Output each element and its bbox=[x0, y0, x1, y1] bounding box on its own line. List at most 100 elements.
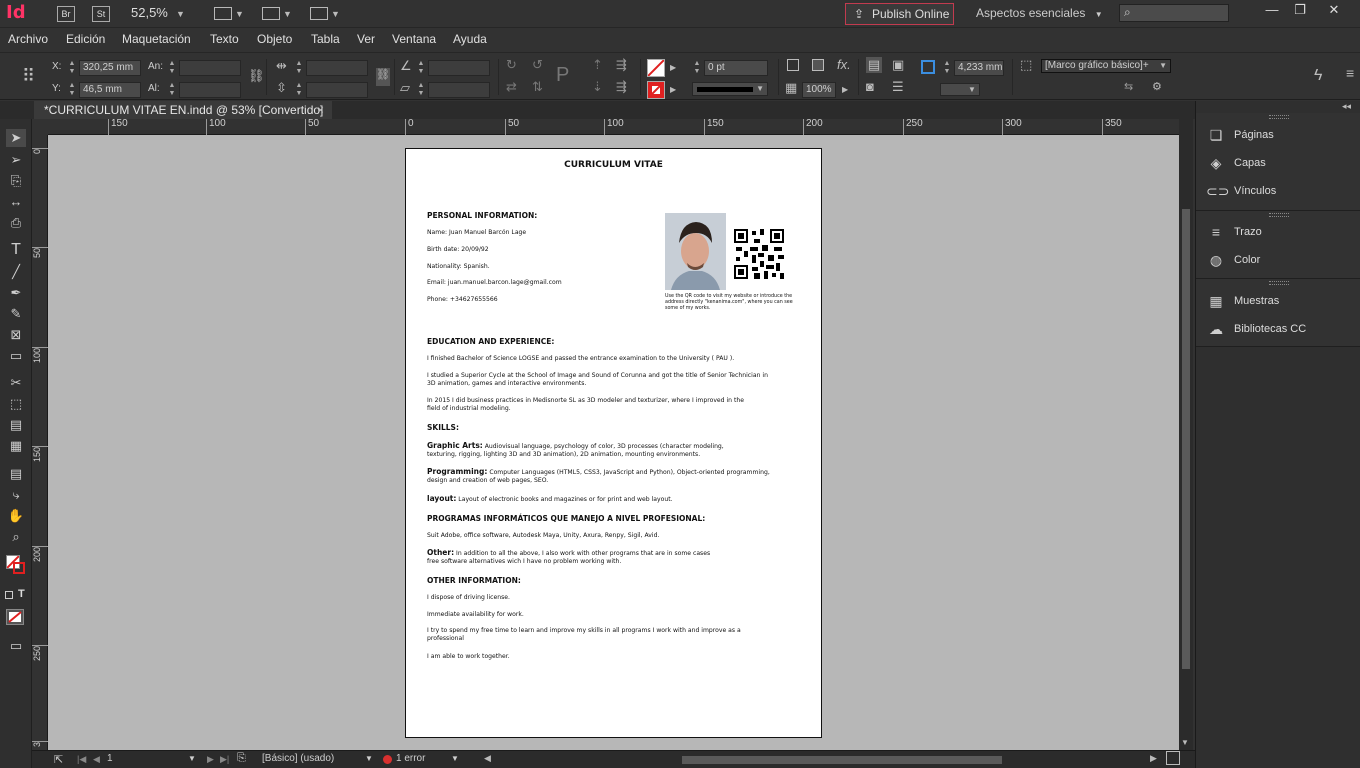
formatting-text-icon[interactable]: T bbox=[18, 588, 25, 600]
scale-y-spin-icon[interactable]: ▲ ▼ bbox=[294, 82, 304, 98]
close-tab-icon[interactable]: × bbox=[317, 101, 324, 119]
formatting-container-icon[interactable] bbox=[5, 591, 13, 599]
menu-edicion[interactable]: Edición bbox=[66, 32, 105, 46]
menu-ayuda[interactable]: Ayuda bbox=[453, 32, 487, 46]
height-field[interactable] bbox=[179, 82, 241, 98]
object-style-dropdown[interactable]: [Marco gráfico básico]+ ▼ bbox=[1041, 59, 1171, 73]
text-wrap-none-icon[interactable]: ▤ bbox=[866, 57, 882, 73]
collapse-panels-icon[interactable]: ◂◂ bbox=[1342, 101, 1351, 112]
clear-overrides-icon[interactable]: ⇆ bbox=[1124, 80, 1133, 93]
preflight-status[interactable]: 1 error bbox=[396, 753, 425, 764]
scroll-down-icon[interactable]: ▼ bbox=[1181, 738, 1189, 747]
bridge-button[interactable]: Br bbox=[57, 6, 75, 22]
panel-grip[interactable] bbox=[1269, 115, 1289, 119]
note-tool-icon[interactable]: ▤ bbox=[6, 465, 26, 483]
gradient-feather-tool-icon[interactable]: ▦ bbox=[6, 437, 26, 455]
scale-y-field[interactable] bbox=[306, 82, 368, 98]
menu-texto[interactable]: Texto bbox=[210, 32, 239, 46]
panel-color[interactable]: ◍ Color bbox=[1206, 250, 1356, 270]
gap-tool-icon[interactable]: ↔ bbox=[6, 193, 26, 211]
menu-ver[interactable]: Ver bbox=[357, 32, 375, 46]
text-wrap-bbox-icon[interactable]: ▣ bbox=[892, 57, 904, 73]
free-transform-tool-icon[interactable]: ⬚ bbox=[6, 395, 26, 413]
select-content-icon[interactable]: ⇣ bbox=[592, 79, 603, 95]
panel-stroke[interactable]: ≡ Trazo bbox=[1206, 222, 1356, 242]
screen-mode-chevron-down-icon[interactable]: ▼ bbox=[283, 9, 292, 19]
quick-apply-icon[interactable]: ϟ bbox=[1314, 67, 1322, 85]
document-page[interactable]: CURRICULUM VITAE PERSONAL INFORMATION: N… bbox=[405, 148, 822, 738]
fill-menu-icon[interactable]: ▶ bbox=[670, 63, 676, 72]
shear-spin-icon[interactable]: ▲ ▼ bbox=[416, 82, 426, 98]
page-chevron-down-icon[interactable]: ▼ bbox=[188, 754, 196, 763]
direct-selection-tool-icon[interactable]: ➢ bbox=[6, 151, 26, 169]
first-page-icon[interactable]: |◀ bbox=[77, 754, 86, 765]
shear-field[interactable] bbox=[428, 82, 490, 98]
split-window-icon[interactable] bbox=[1166, 751, 1180, 765]
flip-vertical-icon[interactable]: ⇅ bbox=[532, 79, 543, 95]
offset-field[interactable]: 4,233 mm bbox=[954, 60, 1004, 76]
profile-photo[interactable] bbox=[665, 213, 726, 290]
previous-page-icon[interactable]: ◀ bbox=[93, 754, 100, 765]
select-next-icon[interactable]: ⇶ bbox=[616, 79, 627, 95]
view-options-icon[interactable] bbox=[214, 7, 232, 20]
document-tab[interactable]: *CURRICULUM VITAE EN.indd @ 53% [Convert… bbox=[34, 101, 332, 119]
search-input[interactable]: ⌕ bbox=[1119, 4, 1229, 22]
rotate-cw-icon[interactable]: ↻ bbox=[506, 57, 517, 73]
vertical-scrollbar[interactable]: ▼ bbox=[1179, 119, 1193, 750]
page-number-field[interactable]: 1 bbox=[107, 753, 113, 764]
opacity-field[interactable]: 100% bbox=[802, 82, 836, 98]
gradient-tool-icon[interactable]: ▤ bbox=[6, 416, 26, 434]
y-position-field[interactable]: 46,5 mm bbox=[79, 82, 141, 98]
scissors-tool-icon[interactable]: ✂ bbox=[6, 374, 26, 392]
select-previous-icon[interactable]: ⇶ bbox=[616, 57, 627, 73]
stroke-type-dropdown[interactable]: ▼ bbox=[692, 82, 768, 96]
zoom-chevron-down-icon[interactable]: ▼ bbox=[176, 9, 185, 19]
panel-grip[interactable] bbox=[1269, 213, 1289, 217]
stock-button[interactable]: St bbox=[92, 6, 110, 22]
panel-menu-icon[interactable]: ≡ bbox=[1346, 65, 1354, 81]
scroll-right-icon[interactable]: ▶ bbox=[1150, 753, 1157, 764]
panel-links[interactable]: ⊂⊃ Vínculos bbox=[1206, 181, 1356, 201]
hand-tool-icon[interactable]: ✋ bbox=[6, 507, 26, 525]
pencil-tool-icon[interactable]: ✎ bbox=[6, 305, 26, 323]
close-window-icon[interactable]: ✕ bbox=[1318, 2, 1350, 20]
last-page-icon[interactable]: ▶| bbox=[220, 754, 229, 765]
master-page-label[interactable]: [Básico] (usado) bbox=[262, 753, 334, 764]
panel-cc-libraries[interactable]: ☁ Bibliotecas CC bbox=[1206, 319, 1356, 339]
frame-fitting-icon[interactable] bbox=[921, 60, 935, 74]
zoom-level[interactable]: 52,5% bbox=[131, 5, 168, 20]
menu-ventana[interactable]: Ventana bbox=[392, 32, 436, 46]
content-collector-icon[interactable]: ⎙ bbox=[6, 214, 26, 232]
reference-point-icon[interactable]: ⠿ bbox=[22, 66, 35, 87]
corner-options-icon[interactable] bbox=[787, 59, 799, 71]
scale-x-spin-icon[interactable]: ▲ ▼ bbox=[294, 60, 304, 76]
panel-swatches[interactable]: ▦ Muestras bbox=[1206, 291, 1356, 311]
stroke-weight-field[interactable]: 0 pt bbox=[704, 60, 768, 76]
horizontal-scroll-thumb[interactable] bbox=[682, 756, 1002, 764]
workspace-switcher[interactable]: Aspectos esenciales ▼ bbox=[976, 6, 1103, 20]
select-container-icon[interactable]: ⇡ bbox=[592, 57, 603, 73]
x-spin-icon[interactable]: ▲ ▼ bbox=[67, 60, 77, 76]
width-field[interactable] bbox=[179, 60, 241, 76]
horizontal-scrollbar[interactable] bbox=[522, 755, 1178, 765]
gear-icon[interactable]: ⚙ bbox=[1152, 80, 1162, 93]
open-page-icon[interactable]: ⇱ bbox=[54, 753, 63, 766]
arrange-documents-icon[interactable] bbox=[310, 7, 328, 20]
y-spin-icon[interactable]: ▲ ▼ bbox=[67, 82, 77, 98]
effects-icon[interactable]: fx. bbox=[837, 57, 851, 72]
eyedropper-tool-icon[interactable]: ⤷ bbox=[6, 486, 26, 504]
menu-maquetacion[interactable]: Maquetación bbox=[122, 32, 191, 46]
vertical-scroll-thumb[interactable] bbox=[1182, 209, 1190, 669]
align-stroke-chevron-down-icon[interactable]: ▼ bbox=[968, 85, 976, 94]
screen-mode-tool-icon[interactable]: ▭ bbox=[6, 637, 26, 655]
scale-x-field[interactable] bbox=[306, 60, 368, 76]
text-wrap-jump-icon[interactable]: ☰ bbox=[892, 79, 904, 95]
arrange-chevron-down-icon[interactable]: ▼ bbox=[331, 9, 340, 19]
zoom-tool-icon[interactable]: ⌕ bbox=[6, 528, 26, 546]
height-spin-icon[interactable]: ▲ ▼ bbox=[167, 82, 177, 98]
panel-grip[interactable] bbox=[1269, 281, 1289, 285]
line-tool-icon[interactable]: ╱ bbox=[6, 263, 26, 281]
rectangle-tool-icon[interactable]: ▭ bbox=[6, 347, 26, 365]
stroke-color-icon[interactable] bbox=[13, 562, 25, 574]
view-options-chevron-down-icon[interactable]: ▼ bbox=[235, 9, 244, 19]
